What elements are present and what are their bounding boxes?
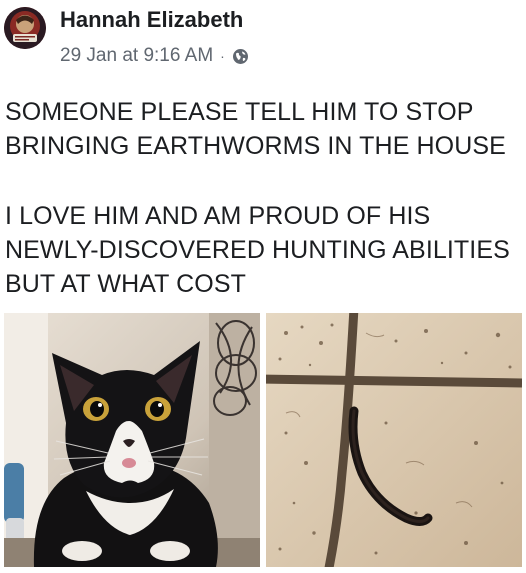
- cat-image: [4, 313, 260, 567]
- post-text-paragraph-2: I LOVE HIM AND AM PROUD OF HIS NEWLY-DIS…: [5, 199, 510, 301]
- post-text-paragraph-1: SOMEONE PLEASE TELL HIM TO STOP BRINGING…: [5, 95, 506, 163]
- globe-icon[interactable]: [232, 48, 249, 65]
- worm-image: [266, 313, 522, 567]
- post-timestamp[interactable]: 29 Jan at 9:16 AM: [60, 45, 213, 67]
- meta-separator: ·: [220, 48, 225, 64]
- avatar-image: [4, 7, 46, 49]
- photo-worm[interactable]: [266, 313, 522, 567]
- facebook-post: Hannah Elizabeth 29 Jan at 9:16 AM · SOM…: [0, 0, 526, 573]
- post-text-line: BUT AT WHAT COST: [5, 270, 246, 298]
- post-text-line: SOMEONE PLEASE TELL HIM TO STOP: [5, 98, 474, 126]
- author-name[interactable]: Hannah Elizabeth: [60, 7, 243, 33]
- photo-cat[interactable]: [4, 313, 260, 567]
- post-meta: 29 Jan at 9:16 AM ·: [60, 45, 249, 67]
- post-text-line: BRINGING EARTHWORMS IN THE HOUSE: [5, 132, 506, 160]
- post-text-line: I LOVE HIM AND AM PROUD OF HIS: [5, 202, 431, 230]
- avatar[interactable]: [4, 7, 46, 49]
- post-text-line: NEWLY-DISCOVERED HUNTING ABILITIES: [5, 236, 510, 264]
